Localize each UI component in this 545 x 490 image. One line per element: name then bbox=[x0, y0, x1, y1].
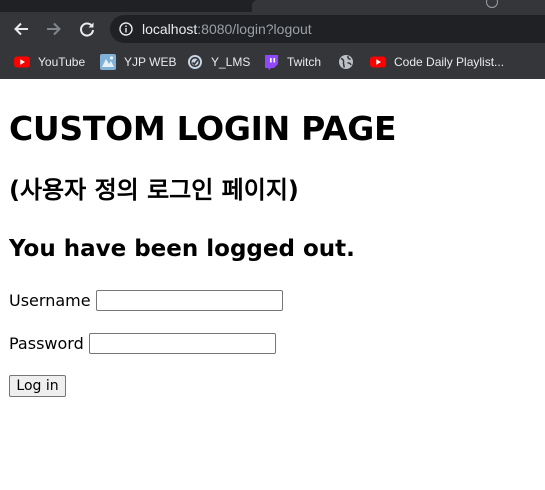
youtube-icon bbox=[14, 56, 30, 68]
reload-icon bbox=[80, 22, 94, 37]
url-host: localhost bbox=[142, 21, 198, 37]
back-arrow-icon bbox=[14, 22, 28, 36]
bookmarks-bar: YouTube YJP WEB Y_LMS Twitch Code Daily … bbox=[0, 46, 545, 79]
lms-icon bbox=[188, 55, 202, 69]
page-title: CUSTOM LOGIN PAGE bbox=[9, 109, 397, 148]
bookmark-label: YJP WEB bbox=[124, 55, 177, 69]
forward-arrow-icon bbox=[47, 22, 61, 36]
username-row: Username bbox=[9, 288, 283, 312]
site-icon bbox=[100, 54, 116, 70]
tab-strip bbox=[0, 0, 545, 12]
password-row: Password bbox=[9, 331, 276, 355]
youtube-icon bbox=[370, 56, 386, 68]
url-text[interactable]: localhost:8080/login?logout bbox=[142, 20, 312, 38]
username-label: Username bbox=[9, 290, 91, 310]
globe-icon bbox=[339, 55, 353, 69]
bookmark-globe[interactable] bbox=[338, 52, 362, 72]
bookmark-label: Twitch bbox=[287, 55, 322, 69]
bookmark-label: YouTube bbox=[38, 55, 86, 69]
bookmark-label: Code Daily Playlist... bbox=[394, 55, 505, 69]
forward-button[interactable] bbox=[41, 16, 67, 42]
bookmark-y-lms[interactable]: Y_LMS bbox=[187, 52, 250, 72]
bookmark-code-daily-playlist[interactable]: Code Daily Playlist... bbox=[370, 52, 504, 72]
page-subtitle: (사용자 정의 로그인 페이지) bbox=[9, 176, 299, 204]
url-path: :8080/login?logout bbox=[197, 21, 312, 37]
address-bar[interactable]: localhost:8080/login?logout bbox=[110, 15, 545, 43]
bookmark-yjp-web[interactable]: YJP WEB bbox=[100, 52, 176, 72]
bookmark-label: Y_LMS bbox=[211, 55, 251, 69]
active-tab[interactable] bbox=[252, 0, 545, 12]
reload-button[interactable] bbox=[74, 16, 100, 42]
password-label: Password bbox=[9, 333, 84, 353]
browser-chrome: localhost:8080/login?logout YouTube YJP … bbox=[0, 0, 545, 79]
bookmark-twitch[interactable]: Twitch bbox=[263, 52, 321, 72]
username-field[interactable] bbox=[95, 289, 283, 311]
bookmark-youtube[interactable]: YouTube bbox=[14, 52, 85, 72]
twitch-icon bbox=[265, 55, 278, 70]
logout-message: You have been logged out. bbox=[9, 236, 355, 262]
back-button[interactable] bbox=[8, 16, 34, 42]
login-button[interactable]: Log in bbox=[9, 375, 66, 397]
password-field[interactable] bbox=[88, 332, 276, 354]
navigation-bar: localhost:8080/login?logout bbox=[0, 12, 545, 46]
info-icon[interactable] bbox=[119, 22, 133, 36]
